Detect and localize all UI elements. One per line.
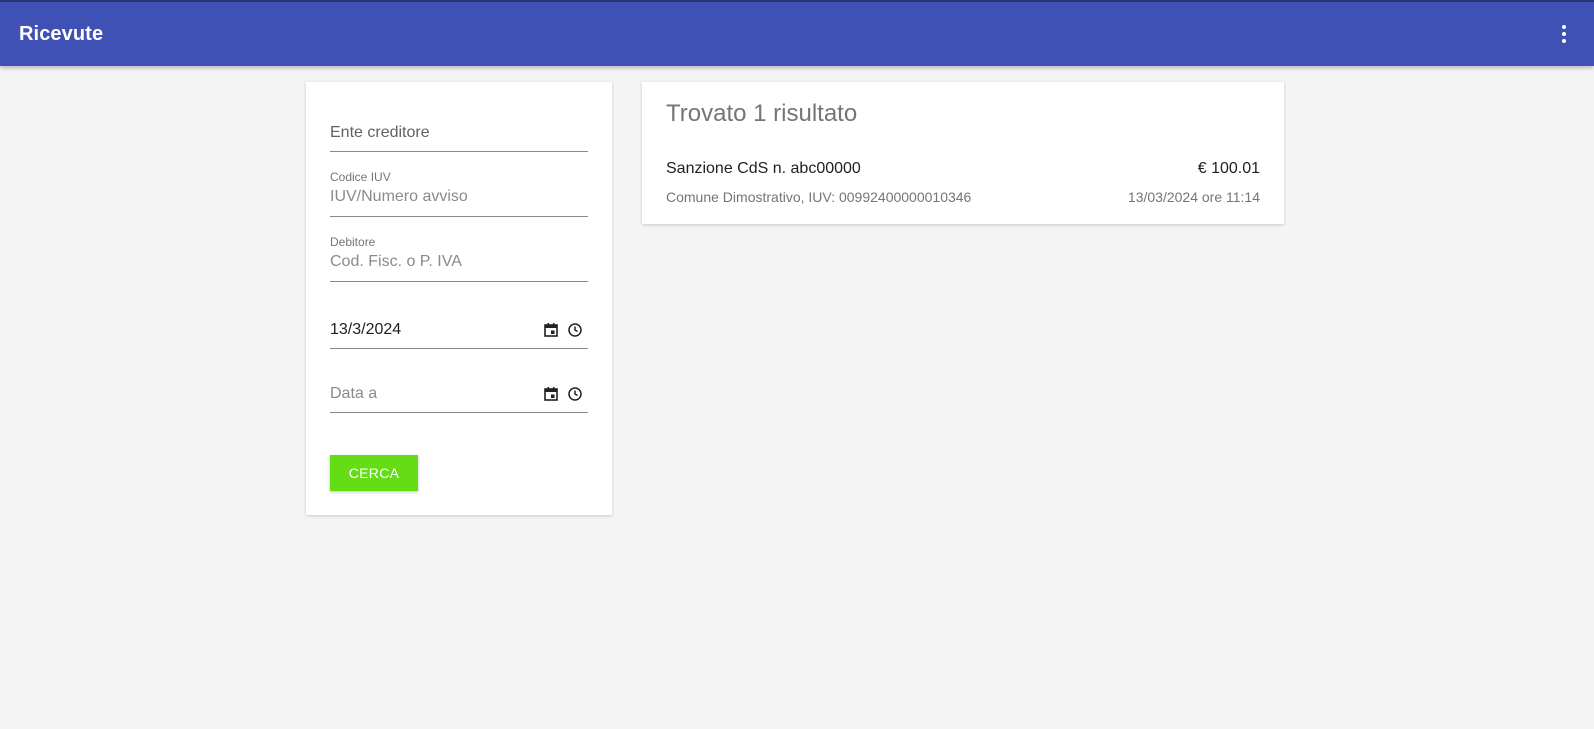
ente-creditore-placeholder: Ente creditore bbox=[330, 124, 430, 141]
ente-creditore-field[interactable]: Ente creditore bbox=[330, 122, 588, 154]
codice-iuv-label: Codice IUV bbox=[330, 170, 391, 184]
debitore-label: Debitore bbox=[330, 235, 376, 249]
filter-panel: Ente creditore Codice IUV IUV/Numero avv… bbox=[306, 82, 612, 515]
results-title: Trovato 1 risultato bbox=[666, 100, 858, 127]
data-a-underline bbox=[330, 412, 588, 413]
debitore-placeholder: Cod. Fisc. o P. IVA bbox=[330, 253, 462, 270]
app-title: Ricevute bbox=[19, 23, 104, 45]
codice-iuv-placeholder: IUV/Numero avviso bbox=[330, 188, 468, 205]
result-detail: Comune Dimostrativo, IUV: 00992400000010… bbox=[666, 189, 972, 205]
clock-icon[interactable] bbox=[567, 386, 583, 402]
data-da-value: 13/3/2024 bbox=[330, 321, 402, 338]
codice-iuv-field[interactable]: Codice IUV IUV/Numero avviso bbox=[330, 170, 588, 220]
more-vert-icon[interactable] bbox=[1552, 22, 1576, 46]
clock-icon[interactable] bbox=[567, 322, 583, 338]
result-amount: € 100.01 bbox=[1197, 160, 1260, 177]
ente-creditore-underline bbox=[330, 151, 588, 152]
data-a-field[interactable]: Data a bbox=[330, 383, 588, 415]
data-da-field[interactable]: 13/3/2024 bbox=[330, 319, 588, 351]
data-da-underline bbox=[330, 348, 588, 349]
debitore-underline bbox=[330, 281, 588, 282]
result-date: 13/03/2024 ore 11:14 bbox=[1127, 189, 1260, 205]
result-item[interactable]: Sanzione CdS n. abc00000 € 100.01 Comune… bbox=[642, 152, 1284, 212]
calendar-icon[interactable] bbox=[543, 386, 559, 402]
result-name: Sanzione CdS n. abc00000 bbox=[666, 160, 861, 177]
debitore-field[interactable]: Debitore Cod. Fisc. o P. IVA bbox=[330, 235, 588, 285]
app-bar: Ricevute bbox=[0, 0, 1594, 66]
results-panel: Trovato 1 risultato Sanzione CdS n. abc0… bbox=[642, 82, 1284, 224]
search-button[interactable]: CERCA bbox=[330, 455, 418, 491]
codice-iuv-underline bbox=[330, 216, 588, 217]
data-a-placeholder: Data a bbox=[330, 385, 378, 402]
calendar-icon[interactable] bbox=[543, 322, 559, 338]
